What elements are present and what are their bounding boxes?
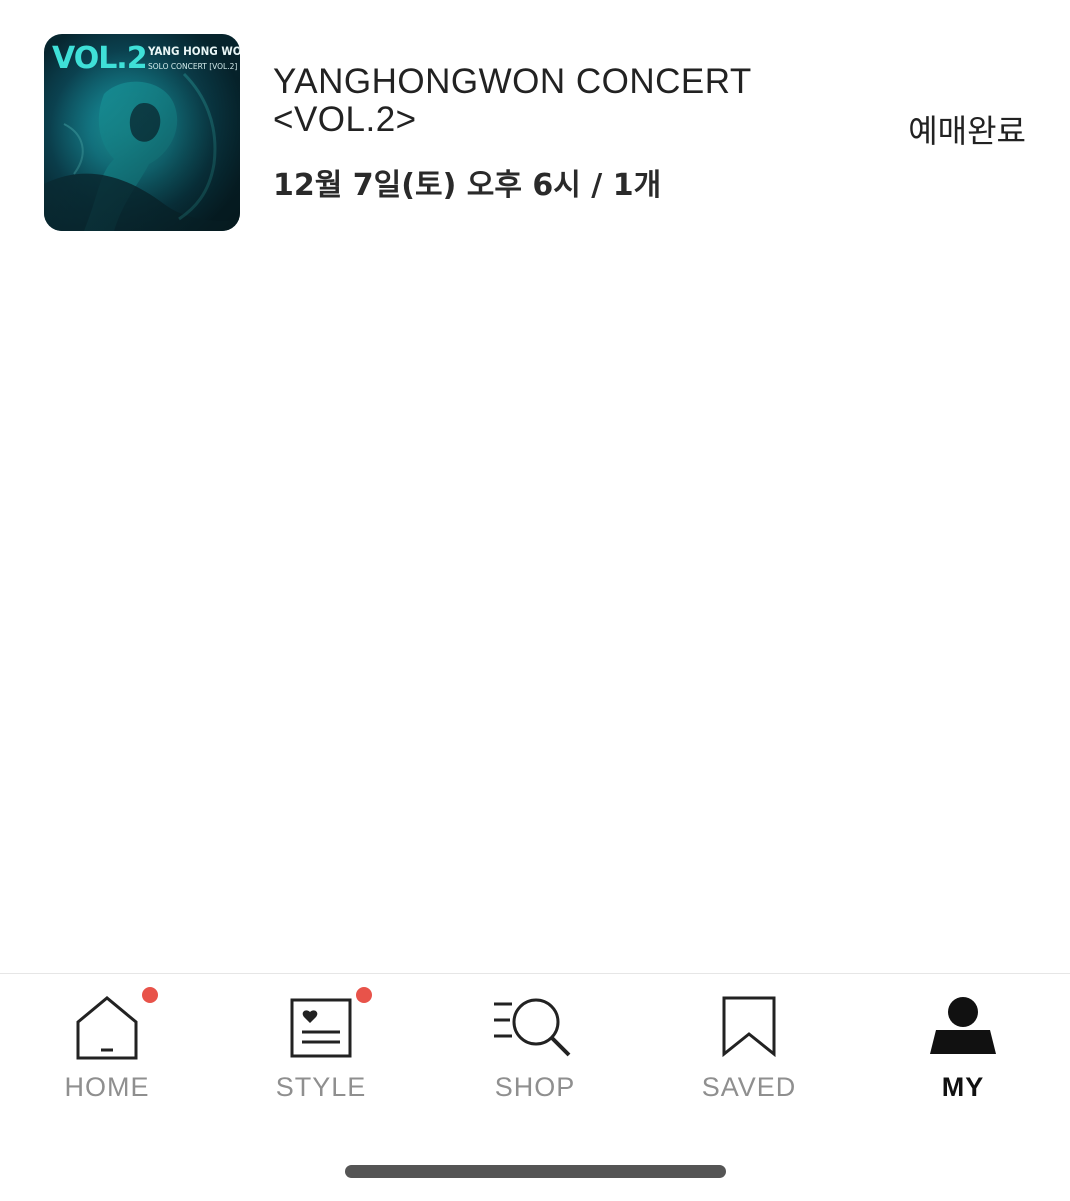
profile-icon bbox=[930, 997, 996, 1054]
tab-my[interactable]: MY bbox=[856, 974, 1070, 1114]
tab-shop[interactable]: SHOP bbox=[428, 974, 642, 1114]
home-notification-badge bbox=[142, 987, 158, 1003]
concert-datetime: 12월 7일(토) 오후 6시 / 1개 bbox=[273, 168, 662, 203]
shop-search-icon bbox=[494, 998, 571, 1057]
concert-title[interactable]: YANGHONGWON CONCERT <VOL.2> bbox=[273, 63, 833, 139]
poster-artist-text: YANG HONG WON bbox=[147, 44, 240, 58]
order-status: 예매완료 bbox=[908, 112, 1026, 150]
bookmark-icon bbox=[722, 996, 776, 1058]
tab-style[interactable]: STYLE bbox=[214, 974, 428, 1114]
tab-home[interactable]: HOME bbox=[0, 974, 214, 1114]
style-notification-badge bbox=[356, 987, 372, 1003]
home-icon bbox=[76, 996, 138, 1060]
poster-sub-text: SOLO CONCERT [VOL.2] bbox=[148, 62, 237, 71]
style-icon bbox=[290, 998, 352, 1058]
tab-saved[interactable]: SAVED bbox=[642, 974, 856, 1114]
home-indicator[interactable] bbox=[345, 1165, 726, 1178]
tab-home-label: HOME bbox=[64, 1072, 150, 1102]
tab-saved-label: SAVED bbox=[701, 1072, 797, 1102]
tab-my-label: MY bbox=[941, 1072, 985, 1102]
order-item[interactable]: VOL.2 YANG HONG WON SOLO CONCERT [VOL.2]… bbox=[0, 0, 1070, 260]
tab-style-label: STYLE bbox=[275, 1072, 367, 1102]
tab-shop-label: SHOP bbox=[494, 1072, 576, 1102]
concert-poster-thumbnail[interactable]: VOL.2 YANG HONG WON SOLO CONCERT [VOL.2] bbox=[44, 34, 240, 231]
poster-vol-text: VOL.2 bbox=[52, 41, 147, 76]
